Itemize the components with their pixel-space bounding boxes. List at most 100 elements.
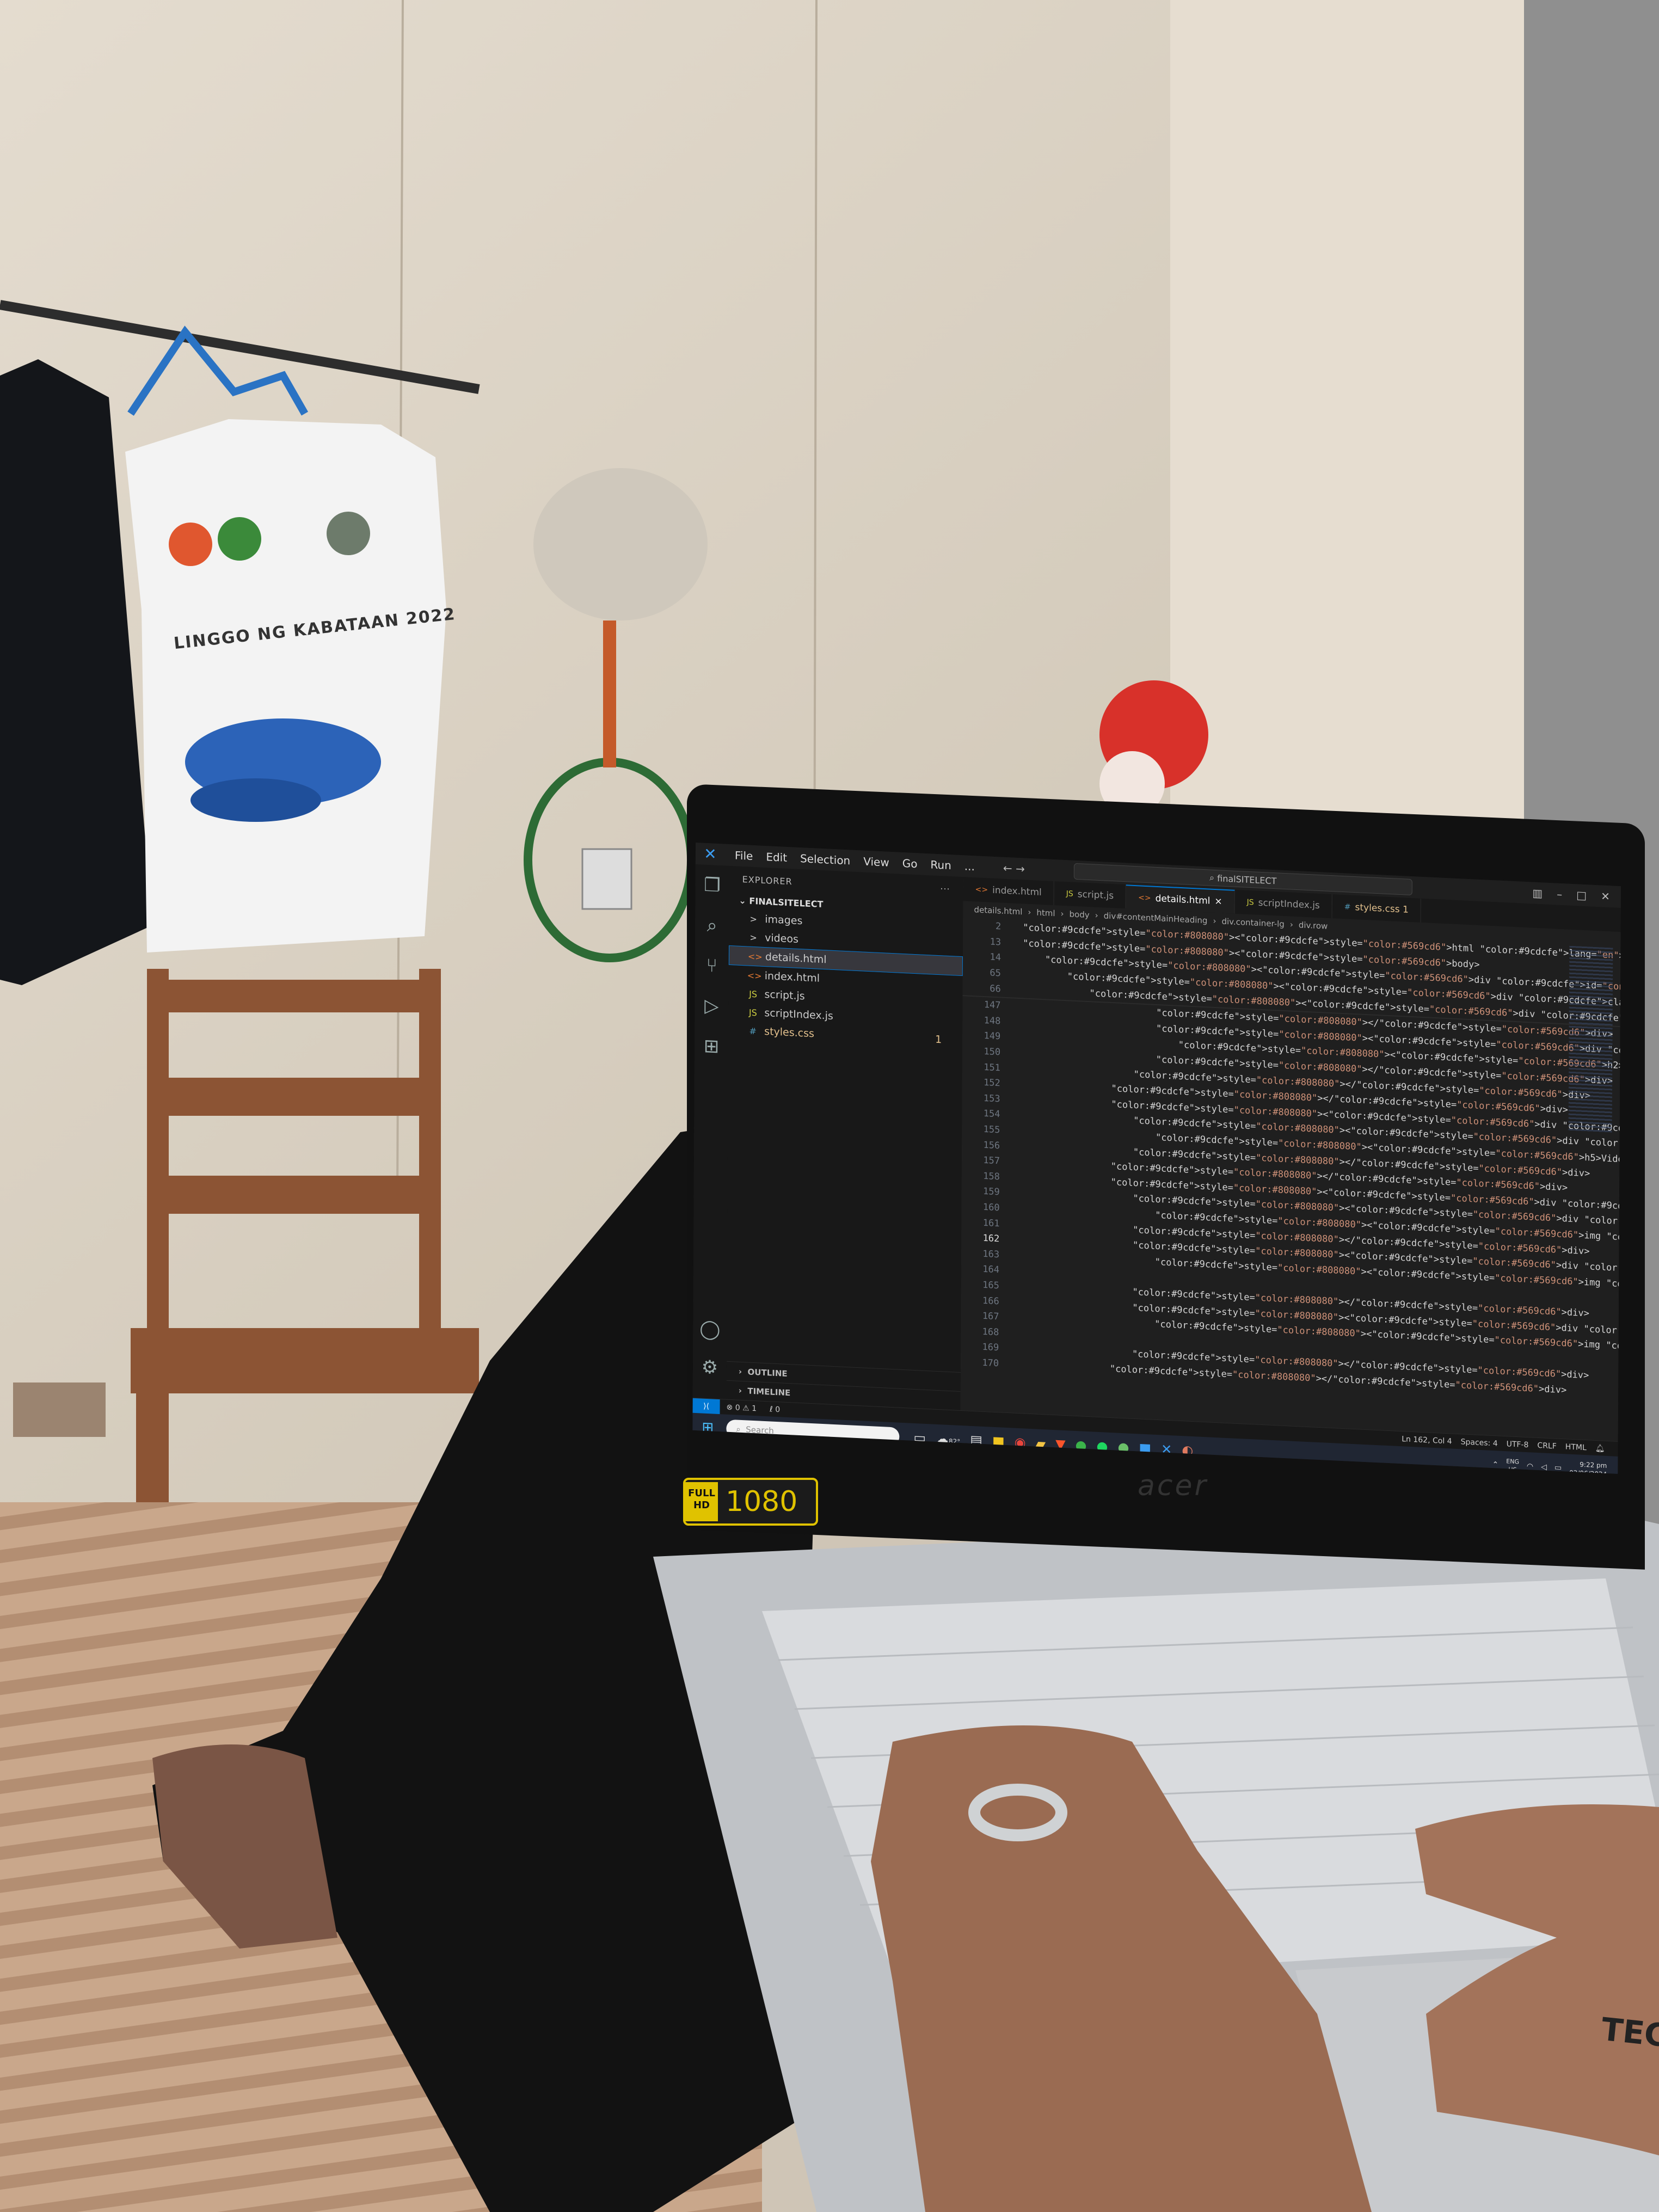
menu-selection[interactable]: Selection [794,851,857,867]
minimize-icon[interactable]: – [1557,888,1562,901]
line-number: 158 [983,1170,1000,1183]
menu-file[interactable]: File [728,849,760,863]
line-number: 66 [990,983,1001,995]
file-type-icon: # [1344,902,1351,912]
indentation[interactable]: Spaces: 4 [1461,1437,1498,1448]
explorer-sidebar: EXPLORER ··· ⌄ FINALSITELECT > images > vid… [726,865,964,1411]
line-number: 168 [982,1326,999,1338]
run-debug-icon[interactable]: ▷ [695,985,728,1027]
wifi-icon[interactable]: ◠ [1527,1462,1533,1471]
line-number: 156 [983,1139,1000,1151]
close-tab-icon[interactable]: × [1214,896,1222,907]
extensions-icon[interactable]: ⊞ [695,1025,728,1067]
line-number: 164 [982,1264,1000,1276]
tree-item-label: videos [765,931,798,945]
breadcrumb-item[interactable]: details.html [974,905,1022,917]
notifications-icon[interactable]: 🔔︎ [1595,1444,1605,1453]
clock[interactable]: 9:22 pm 02/06/2024 [1569,1460,1607,1474]
vscode-logo-icon: ✕ [704,844,717,863]
resolution-label: 1080 [726,1485,798,1518]
file-type-icon: JS [1246,898,1254,907]
battery-icon[interactable]: ▭ [1554,1463,1562,1472]
css-file-icon: # [749,1025,757,1036]
breadcrumb-separator-icon: › [1060,908,1064,919]
line-number: 149 [984,1030,1001,1042]
line-number: 162 [982,1233,1000,1245]
problems-indicator[interactable]: ⊗ 0 ⚠ 1 [720,1403,764,1414]
tab-styles-css-1[interactable]: # styles.css 1 [1332,894,1421,923]
menu-more[interactable]: ... [958,859,981,874]
search-icon: ⌕ [1209,872,1218,883]
line-number: 148 [984,1015,1001,1027]
line-number: 13 [990,936,1001,948]
language-mode[interactable]: HTML [1565,1442,1587,1452]
timeline-label: TIMELINE [747,1386,791,1398]
full-hd-sticker: FULL HD 1080 [683,1478,818,1526]
search-view-icon[interactable]: ⌕ [695,905,729,947]
activity-bar: ❐ ⌕ ⑂ ▷ ⊞ ◯ ⚙ [692,864,729,1399]
tab-script-js[interactable]: JS script.js [1054,881,1127,909]
tab-label: details.html [1155,893,1211,907]
line-number: 159 [982,1186,1000,1198]
full-hd-label: FULL HD [685,1482,718,1521]
minimap[interactable] [1568,945,1613,1133]
line-ending[interactable]: CRLF [1537,1441,1556,1451]
breadcrumb-item[interactable]: div#contentMainHeading [1104,911,1208,925]
line-number: 65 [990,967,1001,979]
menu-edit[interactable]: Edit [759,850,794,865]
line-number: 163 [982,1248,1000,1261]
tree-item-label: details.html [765,951,827,966]
ports-indicator[interactable]: ℓ 0 [763,1405,787,1415]
tree-item-label: index.html [764,969,820,985]
lang-code: ENG [1506,1458,1520,1466]
line-number: 165 [982,1279,999,1292]
line-number: 169 [982,1342,999,1354]
breadcrumb-item[interactable]: html [1036,908,1055,919]
remote-icon[interactable]: ⟩⟨ [692,1398,720,1415]
tab-label: index.html [992,884,1042,898]
tree-item-label: styles.css [764,1025,815,1040]
tree-item-label: scriptIndex.js [764,1006,833,1022]
menu-run[interactable]: Run [924,858,957,872]
menu-go[interactable]: Go [896,856,924,870]
tab-index-html[interactable]: <> index.html [963,877,1054,906]
line-number: 155 [983,1123,1000,1136]
editor-area: <> index.html JS script.js <> details.html × JS… [960,877,1621,1441]
white-shirt [125,419,446,953]
breadcrumb-item[interactable]: div.container-lg [1221,917,1284,929]
line-number: 160 [982,1201,1000,1214]
js-file-icon: JS [749,988,758,999]
problem-count-badge: 1 [935,1033,942,1046]
encoding[interactable]: UTF-8 [1507,1440,1529,1449]
tab-scriptindex-js[interactable]: JS scriptIndex.js [1234,889,1332,919]
breadcrumb-item[interactable]: div.row [1299,920,1328,931]
tray-overflow-icon[interactable]: ⌃ [1492,1460,1498,1470]
explorer-icon[interactable]: ❐ [695,864,729,906]
nav-arrows-icon[interactable]: ← → [1003,862,1025,876]
line-number: 152 [984,1077,1000,1089]
tab-details-html[interactable]: <> details.html × [1126,884,1235,914]
tree-item-label: script.js [764,988,805,1003]
maximize-icon[interactable]: □ [1576,888,1587,902]
volume-icon[interactable]: ◁ [1541,1463,1547,1472]
breadcrumb-separator-icon: › [1095,910,1098,920]
file-type-icon: <> [1138,893,1151,903]
line-number: 154 [983,1108,1000,1120]
breadcrumb-item[interactable]: body [1070,909,1090,920]
line-number: 147 [984,999,1001,1011]
menu-view[interactable]: View [857,855,896,869]
code-view[interactable]: 2 "color:#9cdcfe">style="color:#808080"><… [961,917,1621,1441]
close-icon[interactable]: ✕ [1601,889,1610,903]
file-type-icon: <> [975,885,988,895]
layout-toggle-icon[interactable]: ▥ [1532,886,1543,900]
project-name: FINALSITELECT [749,895,824,910]
line-number: 14 [990,951,1001,963]
cursor-position[interactable]: Ln 162, Col 4 [1402,1435,1452,1446]
more-actions-icon[interactable]: ··· [940,883,950,894]
settings-gear-icon[interactable]: ⚙ [693,1347,727,1388]
account-icon[interactable]: ◯ [693,1308,727,1350]
tree-item-label: images [765,913,803,927]
line-number: 161 [982,1217,1000,1229]
source-control-icon[interactable]: ⑂ [695,945,729,987]
bucket-hat [533,468,708,620]
